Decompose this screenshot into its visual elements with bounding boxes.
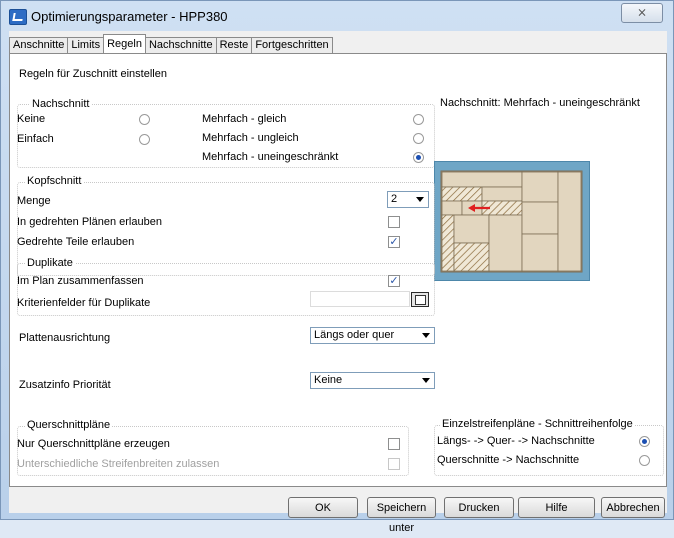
duplikate-title: Duplikate — [25, 257, 75, 269]
unterschiedlich-label: Unterschiedliche Streifenbreiten zulasse… — [17, 458, 220, 470]
tab-nachschnitte[interactable]: Nachschnitte — [144, 37, 217, 53]
nur-querschnitt-checkbox[interactable] — [388, 438, 400, 450]
gedrehte-teile-checkbox[interactable]: ✓ — [388, 236, 400, 248]
tab-strip: Anschnitte Limits Regeln Nachschnitte Re… — [9, 34, 333, 53]
part-5 — [488, 214, 523, 272]
nachschnitt-keine-label: Keine — [17, 113, 46, 125]
cut-pattern-illustration — [440, 170, 583, 273]
zusatzinfo-label: Zusatzinfo Priorität — [19, 379, 111, 391]
gedrehte-plaene-checkbox[interactable] — [388, 216, 400, 228]
part-9 — [557, 171, 582, 272]
tab-anschnitte[interactable]: Anschnitte — [9, 37, 69, 53]
nachschnitt-einfach-radio[interactable] — [139, 134, 150, 145]
part-2 — [441, 200, 463, 216]
plattenausrichtung-value: Längs oder quer — [314, 329, 395, 341]
part-1 — [481, 186, 523, 202]
nachschnitt-keine-radio[interactable] — [139, 114, 150, 125]
chevron-down-icon — [422, 378, 430, 383]
mehrfach-gleich-radio[interactable] — [413, 114, 424, 125]
mehrfach-ungleich-radio[interactable] — [413, 133, 424, 144]
part-7 — [521, 201, 559, 235]
einzelstreifen-group — [434, 425, 664, 476]
unterschiedlich-checkbox — [388, 458, 400, 470]
help-button[interactable]: Hilfe — [518, 497, 595, 518]
panel-heading: Regeln für Zuschnitt einstellen — [19, 68, 167, 80]
menge-value: 2 — [391, 193, 398, 205]
dialog-window: Optimierungsparameter - HPP380 ⨯ Anschni… — [0, 0, 674, 534]
einzelstreifen-opt2-label: Querschnitte -> Nachschnitte — [437, 454, 580, 466]
menge-label: Menge — [17, 195, 51, 207]
mehrfach-uneingeschraenkt-radio[interactable] — [413, 152, 424, 163]
preview-caption: Nachschnitt: Mehrfach - uneingeschränkt — [440, 97, 640, 109]
mehrfach-gleich-label: Mehrfach - gleich — [202, 113, 287, 125]
tab-regeln[interactable]: Regeln — [103, 34, 146, 53]
part-6 — [521, 171, 559, 203]
kriterien-lookup-button[interactable] — [411, 292, 429, 307]
strip-1 — [441, 171, 523, 188]
tab-reste[interactable]: Reste — [215, 37, 253, 53]
mehrfach-uneingeschraenkt-label: Mehrfach - uneingeschränkt — [202, 151, 339, 163]
einzelstreifen-opt1-label: Längs- -> Quer- -> Nachschnitte — [437, 435, 595, 447]
preview-image — [434, 161, 590, 281]
menge-dropdown[interactable]: 2 — [387, 191, 429, 208]
dialog-client: Anschnitte Limits Regeln Nachschnitte Re… — [9, 31, 667, 534]
einzelstreifen-opt2-radio[interactable] — [639, 455, 650, 466]
waste-3 — [441, 214, 455, 272]
kriterien-field[interactable] — [310, 291, 410, 307]
waste-1 — [441, 186, 483, 202]
zusatzinfo-dropdown[interactable]: Keine — [310, 372, 435, 389]
save-as-button[interactable]: Speichern unter — [367, 497, 436, 534]
nachschnitt-einfach-label: Einfach — [17, 133, 54, 145]
nur-querschnitt-label: Nur Querschnittpläne erzeugen — [17, 438, 170, 450]
plattenausrichtung-dropdown[interactable]: Längs oder quer — [310, 327, 435, 344]
print-button[interactable]: Drucken — [444, 497, 514, 518]
window-title: Optimierungsparameter - HPP380 — [31, 9, 228, 24]
ok-button[interactable]: OK — [288, 497, 358, 518]
kopfschnitt-group — [17, 182, 435, 276]
tab-fortgeschritten[interactable]: Fortgeschritten — [251, 37, 333, 53]
waste-4 — [453, 242, 490, 272]
cancel-button[interactable]: Abbrechen — [601, 497, 665, 518]
einzelstreifen-title: Einzelstreifenpläne - Schnittreihenfolge — [440, 418, 635, 430]
chevron-down-icon — [422, 333, 430, 338]
nachschnitt-title: Nachschnitt — [30, 98, 92, 110]
part-4 — [453, 214, 490, 244]
part-8 — [521, 233, 559, 272]
kriterien-label: Kriterienfelder für Duplikate — [17, 297, 151, 309]
gedrehte-plaene-label: In gedrehten Plänen erlauben — [17, 216, 162, 228]
app-icon — [9, 9, 27, 25]
rules-panel: Regeln für Zuschnitt einstellen Nachschn… — [9, 53, 667, 487]
gedrehte-teile-label: Gedrehte Teile erlauben — [17, 236, 135, 248]
einzelstreifen-opt1-radio[interactable] — [639, 436, 650, 447]
querschnitt-title: Querschnittpläne — [25, 419, 113, 431]
close-button[interactable]: ⨯ — [621, 3, 663, 23]
mehrfach-ungleich-label: Mehrfach - ungleich — [202, 132, 299, 144]
tab-limits[interactable]: Limits — [67, 37, 105, 53]
title-bar[interactable]: Optimierungsparameter - HPP380 ⨯ — [1, 1, 673, 31]
zusammenfassen-label: Im Plan zusammenfassen — [17, 275, 144, 287]
kopfschnitt-title: Kopfschnitt — [25, 175, 84, 187]
plattenausrichtung-label: Plattenausrichtung — [19, 332, 111, 344]
chevron-down-icon — [416, 197, 424, 202]
zusatzinfo-value: Keine — [314, 374, 343, 386]
zusammenfassen-checkbox[interactable]: ✓ — [388, 275, 400, 287]
